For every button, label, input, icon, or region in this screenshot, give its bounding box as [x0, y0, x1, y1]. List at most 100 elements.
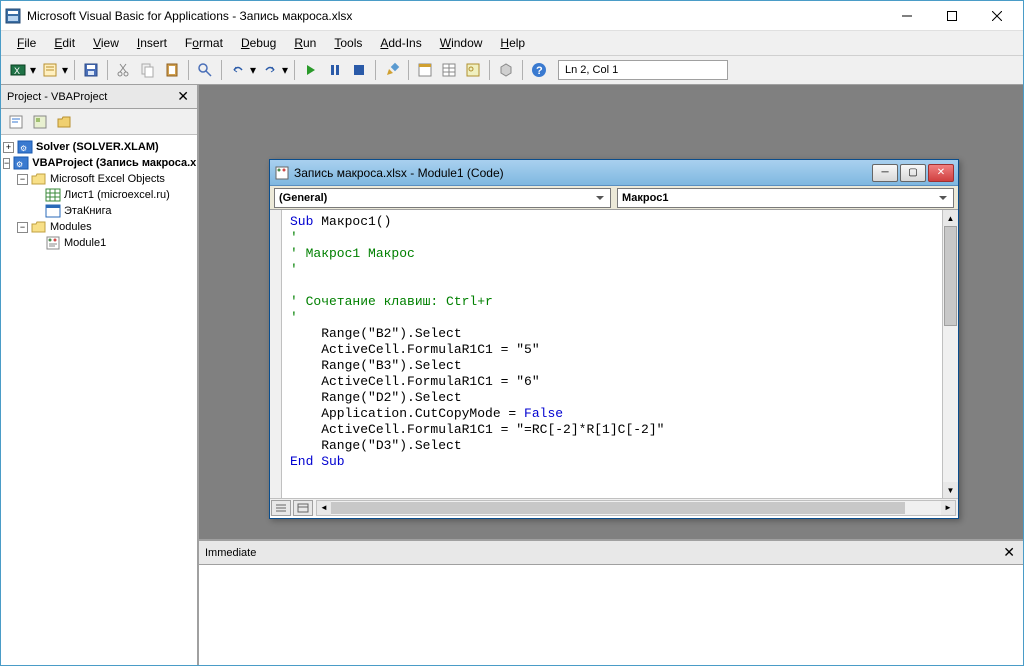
menu-view[interactable]: View [85, 34, 127, 52]
break-button[interactable] [324, 59, 346, 81]
project-panel-close[interactable]: ✕ [175, 88, 191, 105]
horizontal-scrollbar[interactable]: ◄ ► [316, 500, 956, 516]
cursor-position: Ln 2, Col 1 [558, 60, 728, 80]
immediate-title: Immediate [205, 547, 256, 559]
expand-icon[interactable]: + [3, 142, 14, 153]
titlebar: Microsoft Visual Basic for Applications … [1, 1, 1023, 31]
menu-addins[interactable]: Add-Ins [372, 34, 429, 52]
procedure-dropdown[interactable]: Макрос1 [617, 188, 954, 208]
minimize-button[interactable] [884, 2, 929, 30]
module-icon [45, 236, 61, 250]
run-button[interactable] [300, 59, 322, 81]
tree-solver[interactable]: + ⚙ Solver (SOLVER.XLAM) [3, 139, 195, 155]
project-tree[interactable]: + ⚙ Solver (SOLVER.XLAM) − ⚙ VBAProject … [1, 135, 197, 665]
project-panel-toolbar [1, 109, 197, 135]
window-controls [884, 2, 1019, 30]
reset-button[interactable] [348, 59, 370, 81]
view-excel-button[interactable]: X [7, 59, 29, 81]
menubar: File Edit View Insert Format Debug Run T… [1, 31, 1023, 55]
undo-button[interactable] [227, 59, 249, 81]
code-editor[interactable]: Sub Макрос1() ' ' Макрос1 Макрос ' ' Соч… [282, 210, 942, 498]
full-module-view-button[interactable] [293, 500, 313, 516]
tree-label: Module1 [64, 237, 106, 249]
scroll-right-arrow[interactable]: ► [941, 501, 955, 515]
scroll-down-arrow[interactable]: ▼ [943, 482, 958, 498]
code-close-button[interactable]: ✕ [928, 164, 954, 182]
menu-run[interactable]: Run [286, 34, 324, 52]
help-button[interactable]: ? [528, 59, 550, 81]
svg-text:⚙: ⚙ [16, 160, 23, 169]
redo-button[interactable] [259, 59, 281, 81]
menu-tools[interactable]: Tools [326, 34, 370, 52]
code-window[interactable]: Запись макроса.xlsx - Module1 (Code) ─ ▢… [269, 159, 959, 519]
menu-help[interactable]: Help [492, 34, 533, 52]
menu-window[interactable]: Window [432, 34, 491, 52]
paste-button[interactable] [161, 59, 183, 81]
vba-project-icon: ⚙ [13, 156, 29, 170]
tree-module1[interactable]: Module1 [3, 235, 195, 251]
immediate-input[interactable] [199, 565, 1023, 665]
code-minimize-button[interactable]: ─ [872, 164, 898, 182]
maximize-button[interactable] [929, 2, 974, 30]
find-button[interactable] [194, 59, 216, 81]
hscroll-thumb[interactable] [331, 502, 905, 514]
tree-label: ЭтаКнига [64, 205, 111, 217]
scroll-up-arrow[interactable]: ▲ [943, 210, 958, 226]
mdi-workspace: Запись макроса.xlsx - Module1 (Code) ─ ▢… [199, 85, 1023, 665]
save-button[interactable] [80, 59, 102, 81]
design-mode-button[interactable] [381, 59, 403, 81]
menu-insert[interactable]: Insert [129, 34, 175, 52]
code-margin[interactable] [270, 210, 282, 498]
properties-button[interactable] [438, 59, 460, 81]
redo-dropdown[interactable]: ▾ [281, 63, 289, 77]
vba-project-icon: ⚙ [17, 140, 33, 154]
collapse-icon[interactable]: − [17, 174, 28, 185]
immediate-close[interactable]: ✕ [1001, 544, 1017, 561]
folder-open-icon [31, 172, 47, 186]
window-title: Microsoft Visual Basic for Applications … [27, 9, 884, 23]
project-explorer-panel: Project - VBAProject ✕ + ⚙ Solver (SOLVE… [1, 85, 199, 665]
procedure-view-button[interactable] [271, 500, 291, 516]
code-window-title: Запись макроса.xlsx - Module1 (Code) [294, 166, 872, 180]
app-icon [5, 8, 21, 24]
vertical-scrollbar[interactable]: ▲ ▼ [942, 210, 958, 498]
tree-excel-objects[interactable]: − Microsoft Excel Objects [3, 171, 195, 187]
code-window-titlebar[interactable]: Запись макроса.xlsx - Module1 (Code) ─ ▢… [270, 160, 958, 186]
project-explorer-button[interactable] [414, 59, 436, 81]
immediate-header: Immediate ✕ [199, 541, 1023, 565]
menu-debug[interactable]: Debug [233, 34, 284, 52]
insert-module-dropdown[interactable]: ▾ [61, 63, 69, 77]
view-excel-dropdown[interactable]: ▾ [29, 63, 37, 77]
insert-module-button[interactable] [39, 59, 61, 81]
copy-button[interactable] [137, 59, 159, 81]
tree-vbaproject[interactable]: − ⚙ VBAProject (Запись макроса.xlsx) [3, 155, 195, 171]
tree-sheet1[interactable]: Лист1 (microexcel.ru) [3, 187, 195, 203]
view-code-button[interactable] [5, 111, 27, 133]
object-dropdown[interactable]: (General) [274, 188, 611, 208]
toggle-folders-button[interactable] [53, 111, 75, 133]
svg-text:?: ? [536, 65, 543, 77]
undo-dropdown[interactable]: ▾ [249, 63, 257, 77]
menu-format[interactable]: Format [177, 34, 231, 52]
scroll-left-arrow[interactable]: ◄ [317, 501, 331, 515]
project-panel-title: Project - VBAProject [7, 91, 107, 103]
close-button[interactable] [974, 2, 1019, 30]
collapse-icon[interactable]: − [17, 222, 28, 233]
toolbox-button[interactable] [495, 59, 517, 81]
view-object-button[interactable] [29, 111, 51, 133]
toolbar: X ▾ ▾ ▾ ▾ ? Ln 2, Col 1 [1, 55, 1023, 85]
menu-file[interactable]: File [9, 34, 44, 52]
cut-button[interactable] [113, 59, 135, 81]
svg-text:X: X [14, 66, 20, 76]
tree-label: Microsoft Excel Objects [50, 173, 165, 185]
svg-text:⚙: ⚙ [20, 144, 27, 153]
immediate-window: Immediate ✕ [199, 539, 1023, 665]
tree-thisworkbook[interactable]: ЭтаКнига [3, 203, 195, 219]
code-maximize-button[interactable]: ▢ [900, 164, 926, 182]
scroll-thumb[interactable] [944, 226, 957, 326]
object-browser-button[interactable] [462, 59, 484, 81]
menu-edit[interactable]: Edit [46, 34, 83, 52]
tree-modules[interactable]: − Modules [3, 219, 195, 235]
collapse-icon[interactable]: − [3, 158, 10, 169]
worksheet-icon [45, 188, 61, 202]
